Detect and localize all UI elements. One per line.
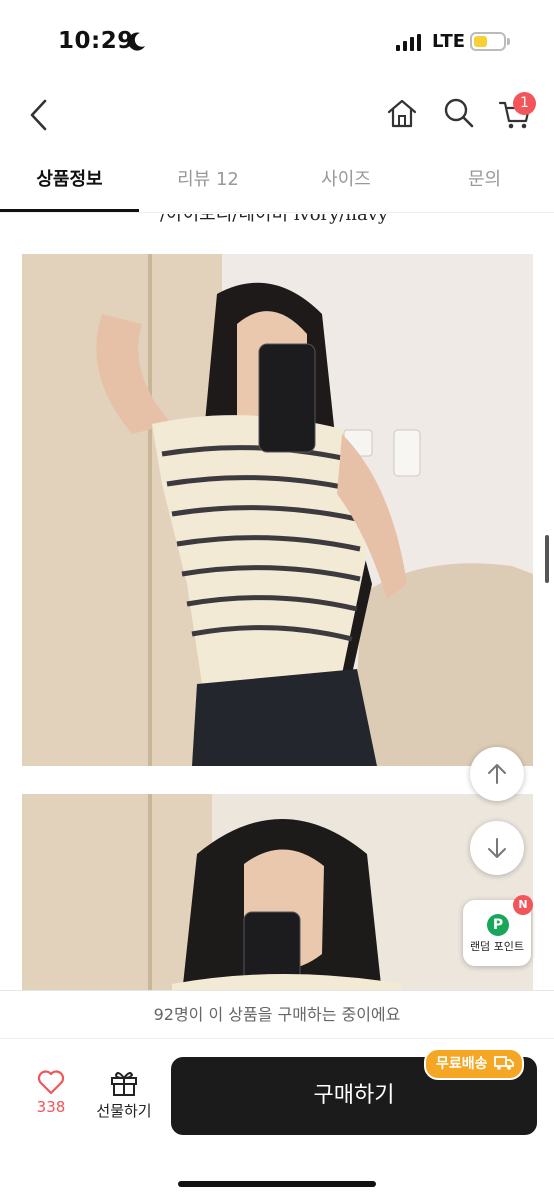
tab-product-info[interactable]: 상품정보 [0,152,139,212]
back-icon[interactable] [26,98,52,132]
arrow-up-icon [488,764,506,784]
scroll-down-button[interactable] [470,821,524,875]
battery-tip [507,38,510,45]
like-button[interactable]: 338 [20,1069,82,1139]
gift-icon [111,1072,137,1096]
gift-button[interactable]: 선물하기 [88,1069,160,1139]
cart-count-badge: 1 [513,92,536,115]
status-time: 10:29 [58,28,134,54]
gift-label: 선물하기 [96,1102,152,1120]
point-icon: P [487,914,509,936]
random-point-label: 랜덤 포인트 [469,940,525,953]
active-tab-indicator [0,209,139,212]
purchase-activity-notice: 92명이 이 상품을 구매하는 중이에요 [0,990,554,1039]
search-icon[interactable] [443,96,475,130]
moon-icon [128,32,145,51]
scrollbar-thumb[interactable] [545,535,549,583]
home-indicator [178,1181,376,1187]
product-photo [22,254,533,766]
battery-icon [470,32,506,51]
status-bar: 10:29 LTE [0,0,554,80]
truck-icon [493,1056,514,1070]
product-tabs: 상품정보 리뷰 12 사이즈 문의 [0,152,554,213]
home-icon[interactable] [385,97,419,131]
heart-icon [37,1070,65,1095]
product-photo [22,794,533,994]
tab-size[interactable]: 사이즈 [277,152,415,212]
arrow-down-icon [488,838,506,858]
top-nav [0,80,554,152]
scroll-up-button[interactable] [470,747,524,801]
like-count: 338 [36,1098,66,1116]
tab-reviews[interactable]: 리뷰 12 [139,152,277,212]
network-label: LTE [432,31,466,52]
new-badge: N [513,895,533,915]
signal-icon [396,34,421,51]
free-shipping-label: 무료배송 [436,1056,488,1072]
free-shipping-badge: 무료배송 [424,1048,524,1080]
tab-inquiry[interactable]: 문의 [415,152,554,212]
